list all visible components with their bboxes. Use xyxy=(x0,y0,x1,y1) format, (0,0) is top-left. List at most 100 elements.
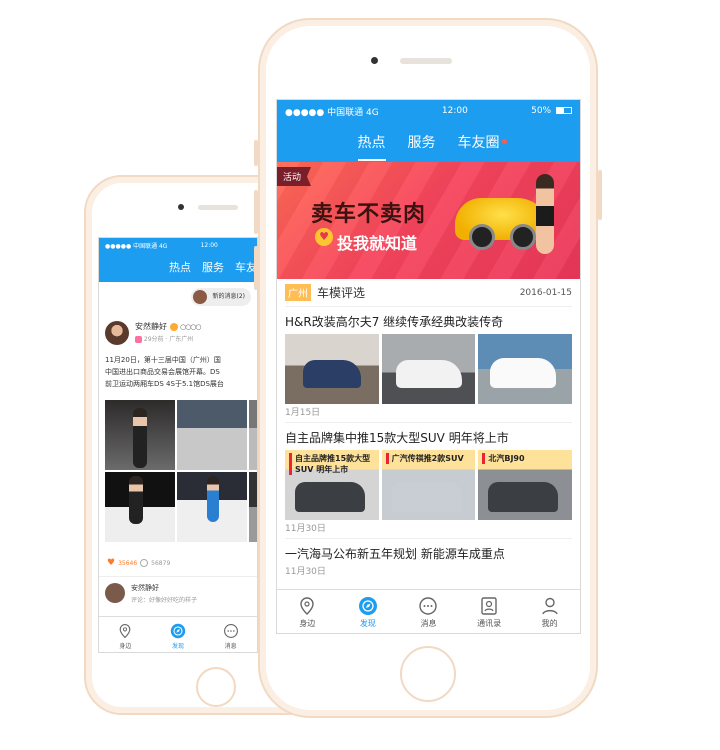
post-photo[interactable] xyxy=(105,472,175,542)
car-model-image xyxy=(536,174,554,254)
author-name: 安然静好 ○○○○ xyxy=(135,322,202,331)
post-photo[interactable] xyxy=(177,472,247,542)
contacts-book-icon xyxy=(481,597,497,615)
gender-icon xyxy=(135,336,142,343)
tab-label: 发现 xyxy=(359,619,376,628)
promo-banner[interactable]: 活动 卖车不卖肉 ♥ 投我就知道 xyxy=(277,162,580,279)
comment-icon[interactable] xyxy=(140,559,149,567)
time-text: 12:00 xyxy=(200,241,218,249)
new-message-pill[interactable]: 新的消息(2) xyxy=(190,288,251,306)
heart-icon[interactable]: ♥ xyxy=(107,558,115,568)
avatar xyxy=(192,290,207,304)
chat-bubble-icon xyxy=(419,597,438,615)
post-text: 11月20日，第十三届中国（广州）国 中国进出口商品交易会展馆开幕。DS 前卫运… xyxy=(105,354,257,390)
article-thumbnail xyxy=(381,334,476,404)
bottom-tab-bar: 身边 发现 消息 xyxy=(99,616,257,652)
section-date: 2016-01-15 xyxy=(519,287,572,298)
time-text: 12:00 xyxy=(441,106,468,116)
comment-text: 评论：好像好好吃的样子 xyxy=(131,597,198,604)
avatar xyxy=(105,583,125,603)
post-photo[interactable] xyxy=(249,472,257,542)
article-thumbnail xyxy=(285,334,379,404)
post-photo[interactable] xyxy=(249,400,257,470)
tab-discover[interactable]: 发现 xyxy=(152,617,205,652)
like-count: 35646 xyxy=(118,559,138,567)
thumbnail-caption: 北汽BJ90 xyxy=(482,453,525,464)
heart-hand-icon: ♥ xyxy=(315,228,333,246)
thumbnail-caption: 广汽传祺推2款SUV xyxy=(385,453,464,464)
earpiece xyxy=(198,205,238,210)
article-date: 11月30日 xyxy=(285,567,326,577)
news-article[interactable]: 一汽海马公布新五年规划 新能源车成重点 11月30日 xyxy=(285,539,572,581)
commenter-name: 安然静好 xyxy=(131,584,159,592)
comment-item[interactable]: 安然静好 评论：好像好好吃的样子 xyxy=(99,576,257,610)
tab-hot[interactable]: 热点 xyxy=(357,132,386,161)
city-tag: 广州 xyxy=(285,284,311,301)
post-time-location: 29分前 · 广东广州 xyxy=(135,334,201,343)
tab-nearby[interactable]: 身边 xyxy=(277,590,338,633)
compass-icon xyxy=(170,623,186,639)
stage: ●●●●● 中国联通 4G 12:00 热点 服务 车友 新的消息(2) 安然静… xyxy=(0,0,720,750)
tab-messages[interactable]: 消息 xyxy=(398,590,459,633)
location-icon xyxy=(300,597,314,615)
thumbnail-caption: 自主品牌推15款大型SUV 明年上市 xyxy=(289,453,379,475)
article-thumbnail: 广汽传祺推2款SUV xyxy=(381,450,476,520)
tab-label: 身边 xyxy=(299,619,316,628)
status-bar: ●●●●● 中国联通 4G 12:00 50% xyxy=(277,100,580,122)
status-bar: ●●●●● 中国联通 4G 12:00 xyxy=(99,238,257,252)
tab-label: 消息 xyxy=(420,619,437,628)
front-camera xyxy=(371,57,378,64)
comment-count: 56879 xyxy=(151,559,171,567)
tab-profile[interactable]: 我的 xyxy=(519,590,580,633)
tab-label: 身边 xyxy=(119,643,132,650)
post-text-line: 11月20日，第十三届中国（广州）国 xyxy=(105,356,221,364)
post-text-line: 中国进出口商品交易会展馆开幕。DS xyxy=(105,368,220,376)
home-button[interactable] xyxy=(196,667,236,707)
tab-nearby[interactable]: 身边 xyxy=(99,617,152,652)
notification-dot xyxy=(501,139,507,144)
post-stats: ♥ 35646 56879 xyxy=(107,558,170,568)
news-article[interactable]: 自主品牌集中推15款大型SUV 明年将上市 自主品牌推15款大型SUV 明年上市… xyxy=(285,423,573,539)
bottom-tab-bar: 身边 发现 消息 通讯录 我的 xyxy=(277,589,580,633)
avatar xyxy=(105,321,129,345)
verified-badge-icon xyxy=(169,322,178,331)
front-phone: ●●●●● 中国联通 4G 12:00 50% 热点 服务 车友圈 活动 卖车不… xyxy=(254,18,602,718)
new-message-label: 新的消息(2) xyxy=(212,293,246,300)
news-feed: 广州 车模评选 2016-01-15 H&R改装高尔夫7 继续传承经典改装传奇 … xyxy=(277,279,580,581)
article-title: H&R改装高尔夫7 继续传承经典改装传奇 xyxy=(285,315,504,329)
section-title: 车模评选 xyxy=(317,286,366,300)
article-thumbnail: 北汽BJ90 xyxy=(478,450,573,520)
tab-messages[interactable]: 消息 xyxy=(204,617,257,652)
article-thumbnail xyxy=(478,334,573,404)
tab-service[interactable]: 服务 xyxy=(202,259,224,275)
home-button[interactable] xyxy=(400,646,456,702)
post-photo[interactable] xyxy=(177,400,247,470)
top-nav: 热点 服务 车友圈 xyxy=(277,122,580,162)
post-text-line: 前卫运动两厢车DS 4S于5.1馆DS展台 xyxy=(105,380,224,388)
back-screen: ●●●●● 中国联通 4G 12:00 热点 服务 车友 新的消息(2) 安然静… xyxy=(98,237,258,653)
mute-switch xyxy=(254,140,258,166)
article-date: 11月30日 xyxy=(285,524,326,534)
article-title: 自主品牌集中推15款大型SUV 明年将上市 xyxy=(285,431,509,445)
banner-tag: 活动 xyxy=(277,167,312,186)
post-photo-grid xyxy=(105,400,257,542)
news-article[interactable]: H&R改装高尔夫7 继续传承经典改装传奇 1月15日 xyxy=(285,307,573,423)
audi-logo-icon: ○○○○ xyxy=(180,323,201,331)
tab-discover[interactable]: 发现 xyxy=(338,590,399,633)
battery-icon xyxy=(555,107,572,114)
article-thumbnails: 自主品牌推15款大型SUV 明年上市 广汽传祺推2款SUV 北汽BJ90 xyxy=(285,450,573,520)
article-title: 一汽海马公布新五年规划 新能源车成重点 xyxy=(285,547,505,561)
post-author[interactable]: 安然静好 ○○○○ 29分前 · 广东广州 xyxy=(105,321,202,345)
tab-service[interactable]: 服务 xyxy=(408,132,436,159)
tab-contacts[interactable]: 通讯录 xyxy=(459,590,520,633)
tab-hot[interactable]: 热点 xyxy=(169,259,191,275)
banner-title: 卖车不卖肉 xyxy=(311,202,427,227)
section-header[interactable]: 广州 车模评选 2016-01-15 xyxy=(285,279,572,307)
tab-car-friends[interactable]: 车友圈 xyxy=(458,132,507,159)
volume-up-button xyxy=(254,190,258,234)
top-nav: 热点 服务 车友 xyxy=(99,252,257,282)
carrier-text: ●●●●● 中国联通 4G xyxy=(285,107,379,118)
volume-down-button xyxy=(254,246,258,290)
post-photo[interactable] xyxy=(105,400,175,470)
tab-label: 发现 xyxy=(172,643,185,650)
